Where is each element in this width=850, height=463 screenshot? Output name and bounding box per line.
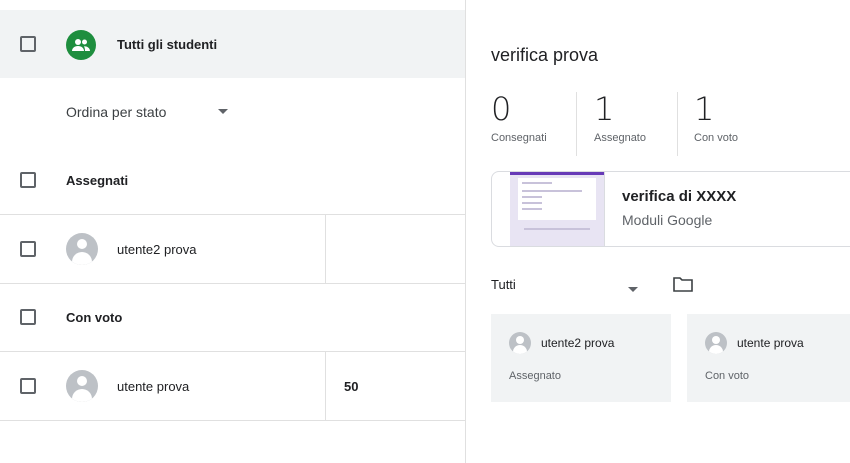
student-checkbox[interactable] bbox=[20, 241, 36, 257]
avatar-icon bbox=[705, 332, 727, 354]
avatar-icon bbox=[66, 370, 98, 402]
assignment-title: verifica prova bbox=[491, 45, 599, 65]
avatar-icon bbox=[66, 233, 98, 265]
stat-graded[interactable]: 1 Con voto bbox=[694, 92, 738, 156]
section-header-graded: Con voto bbox=[0, 283, 465, 352]
stat-label: Assegnato bbox=[594, 132, 646, 144]
chevron-down-icon bbox=[218, 109, 228, 114]
attachment-card[interactable]: verifica di XXXX Moduli Google bbox=[491, 171, 850, 247]
form-thumbnail bbox=[510, 172, 605, 246]
grade-value: 50 bbox=[344, 378, 359, 394]
section-checkbox-graded[interactable] bbox=[20, 309, 36, 325]
divider bbox=[576, 92, 577, 156]
section-checkbox-assigned[interactable] bbox=[20, 172, 36, 188]
stat-label: Consegnati bbox=[491, 132, 547, 144]
section-label: Con voto bbox=[66, 309, 123, 325]
student-card-status: Assegnato bbox=[509, 370, 561, 382]
student-card[interactable]: utente2 prova Assegnato bbox=[491, 314, 671, 402]
group-icon bbox=[66, 30, 96, 60]
stat-assigned[interactable]: 1 Assegnato bbox=[594, 92, 646, 156]
all-students-label: Tutti gli studenti bbox=[117, 36, 218, 52]
sort-label: Ordina per stato bbox=[66, 104, 167, 120]
student-roster-pane: Tutti gli studenti Ordina per stato Asse… bbox=[0, 0, 466, 463]
filter-dropdown[interactable]: Tutti bbox=[491, 277, 516, 292]
student-row[interactable]: utente prova 50 bbox=[0, 352, 465, 421]
stat-value: 1 bbox=[594, 90, 615, 128]
student-card-name: utente prova bbox=[737, 336, 804, 350]
student-row[interactable]: utente2 prova bbox=[0, 215, 465, 284]
student-card-status: Con voto bbox=[705, 370, 750, 382]
section-header-assigned: Assegnati bbox=[0, 146, 465, 215]
folder-icon[interactable] bbox=[673, 276, 693, 292]
student-card-name: utente2 prova bbox=[541, 336, 615, 350]
grade-cell[interactable]: 50 bbox=[325, 352, 466, 420]
divider bbox=[677, 92, 678, 156]
all-students-row[interactable]: Tutti gli studenti bbox=[0, 10, 465, 78]
sort-dropdown[interactable]: Ordina per stato bbox=[0, 78, 465, 146]
student-card[interactable]: utente prova Con voto bbox=[687, 314, 850, 402]
section-label: Assegnati bbox=[66, 172, 129, 188]
avatar-icon bbox=[509, 332, 531, 354]
stat-turned-in[interactable]: 0 Consegnati bbox=[491, 92, 547, 156]
chevron-down-icon[interactable] bbox=[628, 287, 638, 292]
stat-value: 1 bbox=[694, 90, 715, 128]
student-checkbox[interactable] bbox=[20, 378, 36, 394]
attachment-type: Moduli Google bbox=[622, 212, 713, 228]
grade-cell[interactable] bbox=[325, 215, 466, 283]
student-name: utente prova bbox=[117, 378, 190, 394]
student-name: utente2 prova bbox=[117, 241, 197, 257]
all-students-checkbox[interactable] bbox=[20, 36, 36, 52]
stat-value: 0 bbox=[491, 90, 512, 128]
stat-label: Con voto bbox=[694, 132, 739, 144]
attachment-name: verifica di XXXX bbox=[622, 188, 737, 205]
